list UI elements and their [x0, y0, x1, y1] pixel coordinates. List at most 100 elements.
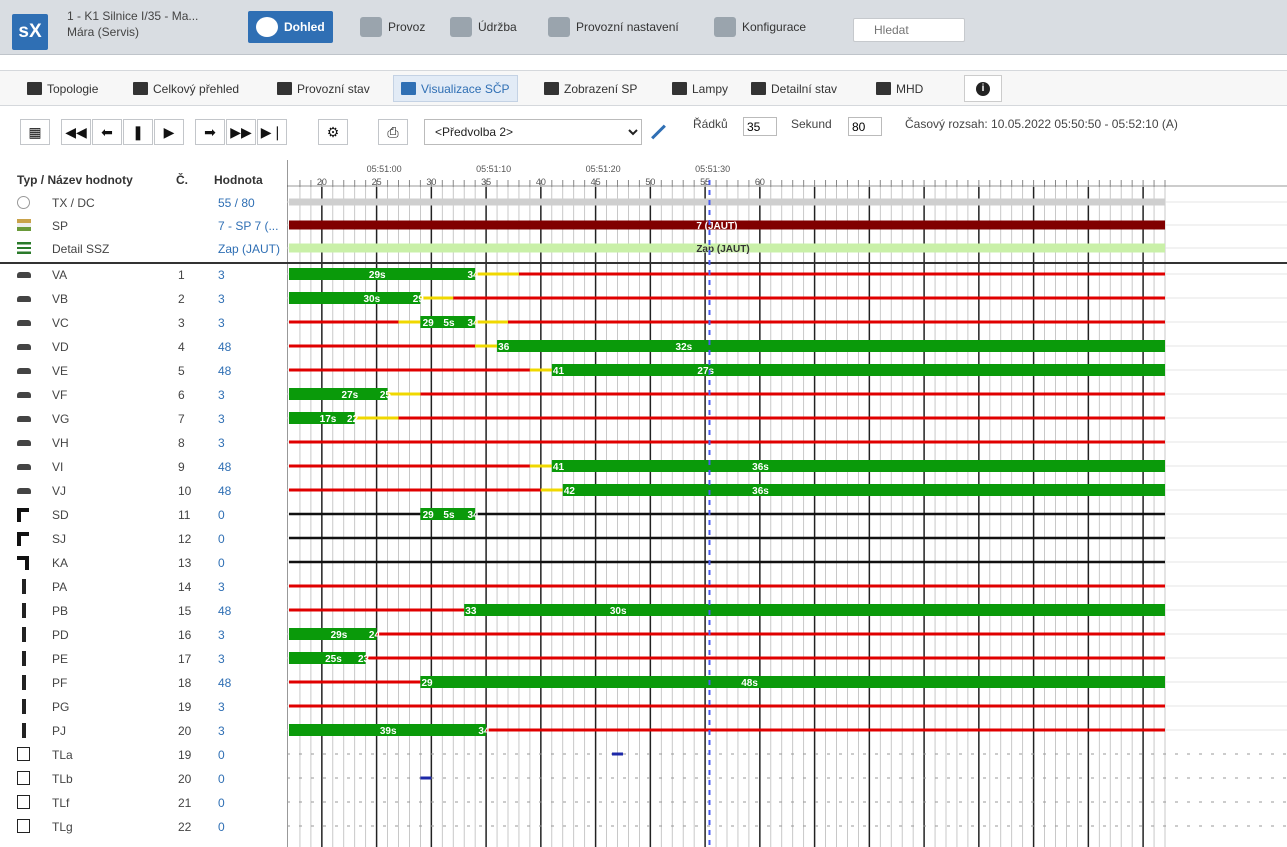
table-row[interactable]: VI 9 48	[0, 456, 287, 479]
subtab-visualizace-scp[interactable]: Visualizace SČP	[393, 75, 518, 102]
tab-udrzba[interactable]: Údržba	[442, 11, 525, 43]
rows-input[interactable]	[743, 117, 777, 136]
table-row[interactable]: SP 7 - SP 7 (...	[0, 215, 287, 238]
row-name: VG	[52, 412, 70, 426]
subtab-zobrazeni-sp[interactable]: Zobrazení SP	[537, 75, 644, 102]
table-row[interactable]: PG 19 3	[0, 696, 287, 719]
table-row[interactable]: PE 17 3	[0, 648, 287, 671]
play-button[interactable]: ▶	[154, 119, 184, 145]
table-row[interactable]: KA 13 0	[0, 552, 287, 575]
table-row[interactable]: TLg 22 0	[0, 816, 287, 839]
row-value[interactable]: 0	[218, 508, 284, 522]
info-button[interactable]: i	[964, 75, 1002, 102]
preset-select[interactable]: <Předvolba 2>	[424, 119, 642, 145]
subtab-provozni-stav[interactable]: Provozní stav	[270, 75, 377, 102]
row-value[interactable]: 48	[218, 484, 284, 498]
row-value[interactable]: 0	[218, 748, 284, 762]
arrow-left-icon: ⬅	[101, 123, 113, 140]
table-row[interactable]: Detail SSZ Zap (JAUT)	[0, 238, 287, 261]
table-row[interactable]: PD 16 3	[0, 624, 287, 647]
fast-back-button[interactable]: ◀◀	[61, 119, 91, 145]
table-row[interactable]: VD 4 48	[0, 336, 287, 359]
table-row[interactable]: VE 5 48	[0, 360, 287, 383]
time-label: 05:51:30	[695, 164, 730, 174]
row-value[interactable]: 0	[218, 820, 284, 834]
table-row[interactable]: TLf 21 0	[0, 792, 287, 815]
row-value[interactable]: 3	[218, 316, 284, 330]
table-row[interactable]: TLb 20 0	[0, 768, 287, 791]
row-value[interactable]: 3	[218, 388, 284, 402]
row-value[interactable]: Zap (JAUT)	[218, 242, 284, 256]
step-forward-button[interactable]: ➡	[195, 119, 225, 145]
row-value[interactable]: 3	[218, 628, 284, 642]
device-info[interactable]: 1 - K1 Silnice I/35 - Ma... Mára (Servis…	[67, 8, 239, 40]
row-value[interactable]: 3	[218, 580, 284, 594]
table-row[interactable]: VB 2 3	[0, 288, 287, 311]
row-value[interactable]: 0	[218, 796, 284, 810]
subtab-celkovy-prehled[interactable]: Celkový přehled	[126, 75, 246, 102]
tab-provoz[interactable]: Provoz	[352, 11, 433, 43]
table-row[interactable]: VH 8 3	[0, 432, 287, 455]
tab-konfigurace[interactable]: Konfigurace	[706, 11, 814, 43]
table-row[interactable]: PB 15 48	[0, 600, 287, 623]
table-row[interactable]: TLa 19 0	[0, 744, 287, 767]
car-icon	[17, 488, 31, 494]
row-value[interactable]: 3	[218, 724, 284, 738]
tick-label: 25	[372, 177, 382, 187]
row-value[interactable]: 0	[218, 556, 284, 570]
table-row[interactable]: VF 6 3	[0, 384, 287, 407]
table-row[interactable]: SJ 12 0	[0, 528, 287, 551]
row-number: 10	[178, 484, 192, 498]
row-value[interactable]: 48	[218, 460, 284, 474]
print-button[interactable]: ⎙	[378, 119, 408, 145]
table-row[interactable]: SD 11 0	[0, 504, 287, 527]
table-row[interactable]: PF 18 48	[0, 672, 287, 695]
step-back-button[interactable]: ⬅	[92, 119, 122, 145]
row-value[interactable]: 3	[218, 268, 284, 282]
table-row[interactable]: VA 1 3	[0, 264, 287, 287]
row-value[interactable]: 3	[218, 700, 284, 714]
table-row[interactable]: VJ 10 48	[0, 480, 287, 503]
table-row[interactable]: PA 14 3	[0, 576, 287, 599]
row-value[interactable]: 3	[218, 292, 284, 306]
fast-forward-button[interactable]: ▶▶	[226, 119, 256, 145]
seconds-input[interactable]	[848, 117, 882, 136]
subtab-detailni-stav[interactable]: Detailní stav	[744, 75, 844, 102]
row-value[interactable]: 0	[218, 532, 284, 546]
signal-segment	[289, 704, 1165, 708]
settings-button[interactable]: ⚙	[318, 119, 348, 145]
row-value[interactable]: 3	[218, 436, 284, 450]
tab-provozni-nastaveni[interactable]: Provozní nastavení	[540, 11, 687, 43]
row-value[interactable]: 48	[218, 676, 284, 690]
row-value[interactable]: 3	[218, 412, 284, 426]
tab-dohled[interactable]: Dohled	[248, 11, 333, 43]
row-value[interactable]: 48	[218, 340, 284, 354]
signal-segment	[289, 464, 530, 468]
row-value[interactable]: 48	[218, 364, 284, 378]
row-value[interactable]: 3	[218, 652, 284, 666]
row-number: 20	[178, 724, 192, 738]
segment-label: 32s	[676, 342, 693, 353]
pause-button[interactable]: ❚	[123, 119, 153, 145]
tick-label: 20	[317, 177, 327, 187]
table-row[interactable]: VC 3 3	[0, 312, 287, 335]
table-row[interactable]: PJ 20 3	[0, 720, 287, 743]
jump-end-button[interactable]: ▶❘	[257, 119, 287, 145]
signal-timeline-chart[interactable]: 20 25 30 35 40 45 50 55 6005:51:00 05:51:10 05:51:…	[287, 160, 1287, 847]
search-input[interactable]	[853, 18, 965, 42]
subtab-lampy[interactable]: Lampy	[665, 75, 735, 102]
row-number: 5	[178, 364, 185, 378]
subtab-topologie[interactable]: Topologie	[20, 75, 105, 102]
app-logo[interactable]: sX	[12, 14, 48, 50]
edit-preset-button[interactable]	[646, 119, 670, 145]
calendar-button[interactable]: ▦	[20, 119, 50, 145]
subtab-mhd[interactable]: MHD	[869, 75, 930, 102]
table-row[interactable]: VG 7 3	[0, 408, 287, 431]
signal-segment	[289, 388, 388, 400]
table-row[interactable]: TX / DC 55 / 80	[0, 192, 287, 215]
car-icon	[17, 368, 31, 374]
row-value[interactable]: 0	[218, 772, 284, 786]
row-value[interactable]: 48	[218, 604, 284, 618]
row-value[interactable]: 7 - SP 7 (...	[218, 219, 284, 233]
row-value[interactable]: 55 / 80	[218, 196, 284, 210]
